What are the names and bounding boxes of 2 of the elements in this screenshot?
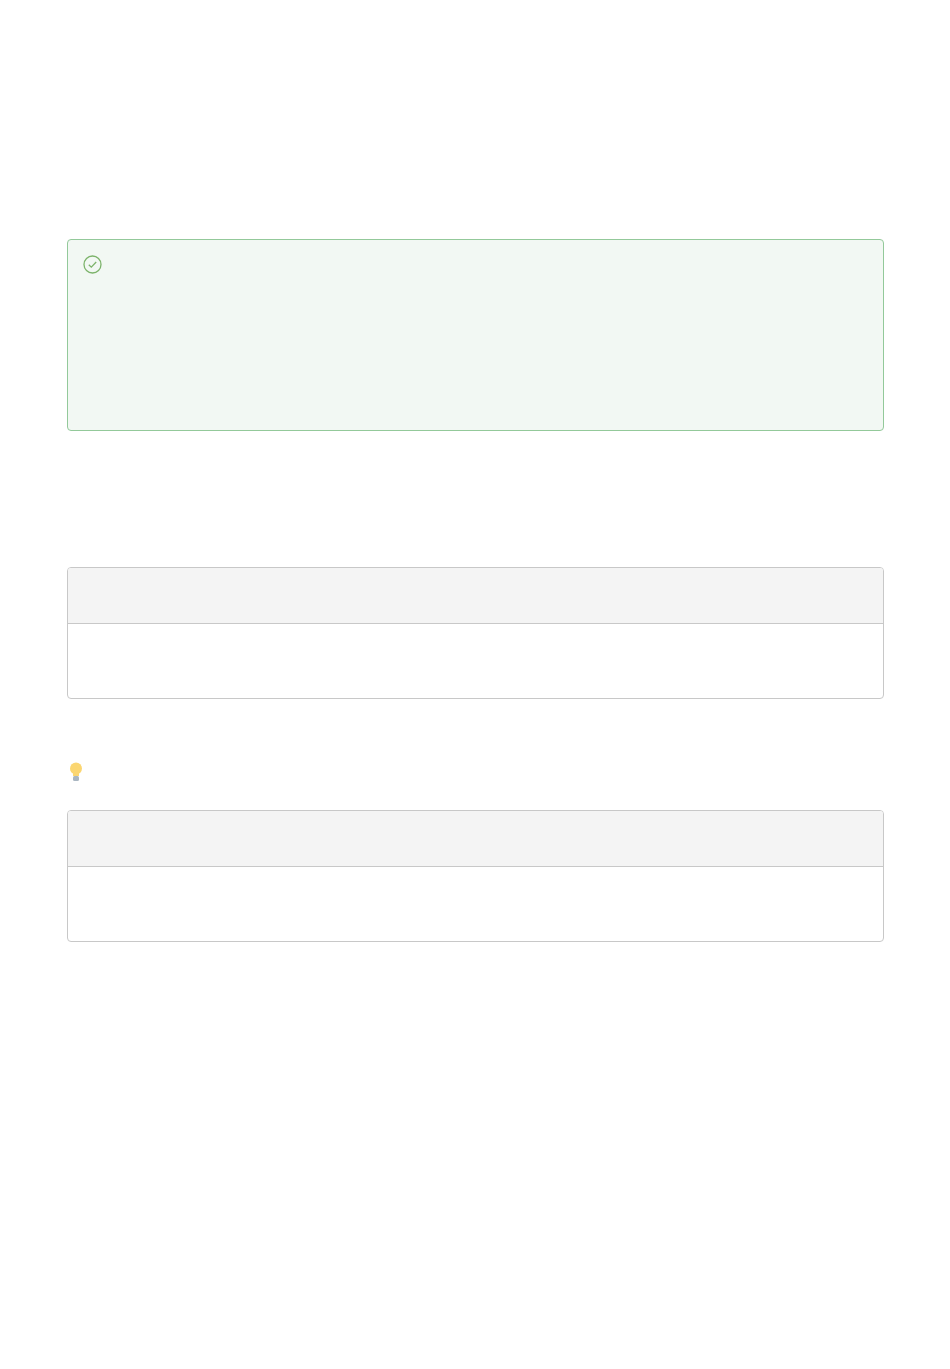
- check-circle-icon: [83, 255, 102, 274]
- lightbulb-icon: [68, 762, 84, 782]
